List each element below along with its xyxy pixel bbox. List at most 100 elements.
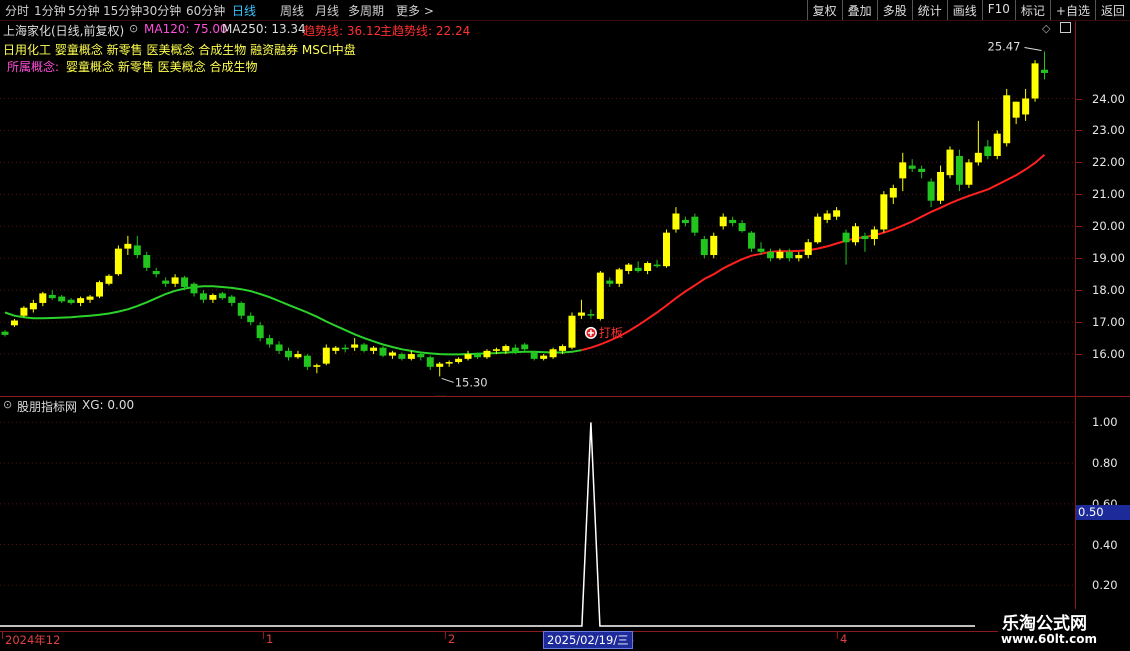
toolbar-button-0[interactable]: 复权	[806, 0, 842, 20]
candle-3	[29, 299, 37, 313]
low-price-label: 15.30	[455, 375, 488, 389]
toolbar-button-3[interactable]: 统计	[911, 0, 947, 20]
candle-65	[615, 267, 623, 287]
time-tick-4	[837, 631, 838, 639]
period-tab-2[interactable]: 5分钟	[68, 2, 100, 19]
candle-7	[67, 298, 75, 305]
high-arrow	[1024, 47, 1042, 52]
candle-98	[927, 178, 935, 208]
candle-0	[1, 330, 9, 337]
price-tick-mark-3	[1076, 194, 1082, 196]
period-tab-0[interactable]: 分时	[5, 2, 29, 19]
candle-46	[436, 362, 444, 377]
candlestick-chart[interactable]: 25.47 15.30 打板	[0, 21, 1075, 396]
window-toggle-icon[interactable]	[1060, 22, 1071, 33]
candle-64	[606, 277, 614, 287]
period-tab-8[interactable]: 月线	[315, 2, 339, 19]
candle-47	[445, 360, 453, 367]
candle-32	[303, 354, 311, 371]
candle-40	[379, 346, 387, 358]
period-tab-6[interactable]: 日线	[232, 2, 256, 19]
candle-31	[294, 350, 302, 359]
period-tab-9[interactable]: 多周期	[348, 2, 384, 19]
period-tab-10[interactable]: 更多 >	[396, 2, 434, 19]
candle-28	[266, 334, 274, 348]
candle-63	[596, 271, 604, 321]
price-tick-1: 23.00	[1092, 123, 1125, 138]
price-tick-3: 21.00	[1092, 187, 1125, 202]
candle-69	[653, 259, 661, 268]
candle-101	[955, 149, 963, 192]
candle-11	[105, 274, 113, 286]
candle-96	[908, 159, 916, 172]
candle-20	[190, 282, 198, 297]
candle-66	[625, 263, 633, 275]
time-tick-1	[263, 631, 264, 639]
candle-74	[700, 235, 708, 259]
toolbar-right-buttons: 复权 叠加 多股 统计 画线 F10 标记 +自选 返回	[806, 0, 1130, 20]
indicator-chart[interactable]	[0, 397, 1075, 631]
candle-17	[162, 277, 170, 287]
candle-16	[152, 267, 160, 278]
candle-36	[341, 344, 349, 353]
candle-33	[313, 363, 321, 374]
candle-15	[143, 251, 151, 271]
period-tab-5[interactable]: 60分钟	[186, 2, 225, 19]
candle-2	[20, 306, 28, 318]
candle-87	[823, 210, 831, 224]
candle-92	[870, 226, 878, 246]
candle-62	[587, 309, 595, 319]
period-tab-3[interactable]: 15分钟	[103, 2, 142, 19]
candle-30	[285, 347, 292, 361]
candle-1	[10, 318, 18, 327]
candle-48	[455, 357, 463, 364]
price-tick-mark-5	[1076, 258, 1082, 260]
price-tick-7: 17.00	[1092, 315, 1125, 330]
period-tab-1[interactable]: 1分钟	[34, 2, 66, 19]
candle-51	[483, 349, 491, 359]
candle-105	[993, 130, 1001, 160]
candle-75	[710, 232, 718, 259]
toolbar-button-6[interactable]: 标记	[1014, 0, 1050, 20]
price-tick-mark-7	[1076, 322, 1082, 324]
candle-95	[899, 152, 907, 192]
panel-divider[interactable]	[0, 396, 1130, 397]
candle-49	[464, 350, 472, 361]
toolbar-button-2[interactable]: 多股	[876, 0, 912, 20]
toolbar-button-8[interactable]: 返回	[1094, 0, 1130, 20]
candle-72	[681, 216, 689, 227]
ma-line-red	[581, 153, 1046, 352]
toolbar-button-1[interactable]: 叠加	[841, 0, 877, 20]
price-tick-mark-4	[1076, 226, 1082, 228]
candle-102	[965, 159, 973, 188]
diamond-icon[interactable]: ◇	[1042, 22, 1050, 35]
period-tab-7[interactable]: 周线	[280, 2, 304, 19]
signal-label: 打板	[599, 326, 623, 340]
candle-109	[1031, 60, 1039, 102]
indicator-tick-0: 1.00	[1092, 415, 1118, 430]
candle-61	[577, 299, 585, 319]
candle-57	[540, 354, 548, 361]
candle-73	[691, 213, 699, 236]
period-toolbar: 分时 1分钟 5分钟 15分钟 30分钟 60分钟 日线 周线 月线 多周期 更多 > 复权 叠加 多股统…	[0, 0, 1130, 21]
toolbar-button-4[interactable]: 画线	[946, 0, 982, 20]
candle-34	[322, 344, 330, 366]
candle-91	[861, 232, 869, 252]
low-arrow	[441, 377, 454, 383]
period-tab-4[interactable]: 30分钟	[142, 2, 181, 19]
candle-12	[114, 245, 122, 276]
candle-4	[39, 291, 47, 307]
candle-67	[634, 261, 642, 273]
candle-104	[984, 140, 992, 160]
price-tick-8: 16.00	[1092, 347, 1125, 362]
candle-18	[171, 274, 179, 287]
candle-71	[672, 207, 680, 233]
candle-99	[937, 165, 945, 204]
time-tick-2	[445, 631, 446, 639]
candle-23	[218, 291, 226, 300]
time-label-0: 2024年12	[5, 633, 61, 647]
toolbar-button-7[interactable]: +自选	[1049, 0, 1095, 20]
candle-39	[370, 346, 378, 355]
toolbar-button-5[interactable]: F10	[981, 0, 1015, 20]
candle-14	[133, 235, 141, 259]
